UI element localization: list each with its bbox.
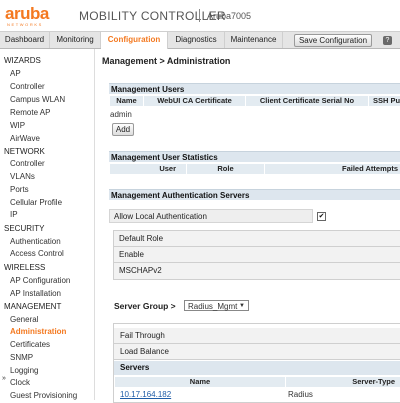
- add-user-button[interactable]: Add: [112, 123, 134, 136]
- sidebar-item-general[interactable]: General: [10, 315, 38, 324]
- stats-col-failed-attempts: Failed Attempts: [264, 164, 400, 174]
- active-item-arrow-icon: »: [2, 375, 6, 382]
- main-content: Management > Administration Management U…: [102, 49, 400, 403]
- sidebar-item-ap-configuration[interactable]: AP Configuration: [10, 276, 70, 285]
- sidebar-section-network: NETWORK: [4, 147, 45, 156]
- server-group-select[interactable]: Radius_Mgmt ▼: [184, 300, 249, 311]
- tab-configuration[interactable]: Configuration: [101, 32, 168, 49]
- auth-options-box: Default Role Enable MSCHAPv2: [113, 230, 400, 280]
- app-title: MOBILITY CONTROLLER: [79, 9, 226, 23]
- server-group-label: Server Group >: [114, 301, 176, 311]
- sidebar-item-logging[interactable]: Logging: [10, 366, 38, 375]
- sidebar-section-wizards: WIZARDS: [4, 56, 41, 65]
- sidebar-item-wizard-airwave[interactable]: AirWave: [10, 134, 40, 143]
- servers-header: Servers: [114, 361, 400, 375]
- sidebar-item-wizard-campus-wlan[interactable]: Campus WLAN: [10, 95, 65, 104]
- sidebar-item-vlans[interactable]: VLANs: [10, 172, 35, 181]
- sidebar-item-access-control[interactable]: Access Control: [10, 249, 64, 258]
- servers-col-server-type: Server-Type: [285, 377, 400, 387]
- main-tab-bar: Dashboard Monitoring Configuration Diagn…: [0, 31, 400, 49]
- users-col-ssh: SSH Pu: [368, 96, 400, 106]
- sidebar-item-guest-provisioning[interactable]: Guest Provisioning: [10, 391, 77, 400]
- sidebar-section-management: MANAGEMENT: [4, 302, 62, 311]
- sidebar-item-certificates[interactable]: Certificates: [10, 340, 50, 349]
- users-row-admin-name: admin: [110, 110, 132, 119]
- sidebar-item-administration[interactable]: Administration: [10, 327, 66, 336]
- stats-col-user: User: [109, 164, 186, 174]
- tab-diagnostics[interactable]: Diagnostics: [168, 32, 225, 48]
- sidebar-section-security: SECURITY: [4, 224, 45, 233]
- header: aruba NETWORKS MOBILITY CONTROLLER Aruba…: [0, 0, 400, 31]
- users-col-name: Name: [109, 96, 143, 106]
- users-col-webui-ca-certificate: WebUI CA Certificate: [143, 96, 245, 106]
- sidebar: WIZARDS AP Controller Campus WLAN Remote…: [0, 49, 95, 400]
- management-user-statistics-header: Management User Statistics: [109, 151, 400, 162]
- sidebar-item-wizard-remote-ap[interactable]: Remote AP: [10, 108, 50, 117]
- sidebar-section-wireless: WIRELESS: [4, 263, 46, 272]
- logo-text: aruba: [5, 4, 49, 23]
- sidebar-item-ports[interactable]: Ports: [10, 185, 29, 194]
- sidebar-item-network-controller[interactable]: Controller: [10, 159, 45, 168]
- tab-monitoring[interactable]: Monitoring: [50, 32, 101, 48]
- management-users-header: Management Users: [109, 83, 400, 94]
- stats-col-role: Role: [186, 164, 264, 174]
- fail-through-row[interactable]: Fail Through: [114, 328, 400, 344]
- sidebar-item-ip[interactable]: IP: [10, 210, 18, 219]
- help-icon[interactable]: ?: [383, 36, 392, 45]
- sidebar-item-authentication[interactable]: Authentication: [10, 237, 61, 246]
- server-link[interactable]: 10.17.164.182: [120, 390, 171, 399]
- logo-subtitle: NETWORKS: [7, 22, 43, 27]
- management-auth-servers-header: Management Authentication Servers: [109, 189, 400, 200]
- server-group-box: Fail Through Load Balance Servers Name S…: [113, 323, 400, 403]
- users-col-client-cert-serial: Client Certificate Serial No: [245, 96, 368, 106]
- aruba-logo[interactable]: aruba NETWORKS: [5, 4, 49, 27]
- breadcrumb: Management > Administration: [102, 56, 231, 66]
- option-mschapv2[interactable]: MSCHAPv2: [114, 263, 400, 279]
- chevron-down-icon: ▼: [239, 303, 245, 309]
- server-type-value: Radius: [288, 390, 313, 399]
- tab-maintenance[interactable]: Maintenance: [225, 32, 283, 48]
- allow-local-authentication-checkbox[interactable]: ✔: [317, 212, 326, 221]
- sidebar-item-wizard-wip[interactable]: WIP: [10, 121, 25, 130]
- save-configuration-button[interactable]: Save Configuration: [294, 34, 372, 47]
- sidebar-item-wizard-ap[interactable]: AP: [10, 69, 21, 78]
- sidebar-item-wizard-controller[interactable]: Controller: [10, 82, 45, 91]
- sidebar-item-clock[interactable]: Clock: [10, 378, 30, 387]
- title-divider: [199, 9, 200, 22]
- servers-col-name: Name: [114, 377, 285, 387]
- load-balance-row[interactable]: Load Balance: [114, 344, 400, 360]
- option-enable[interactable]: Enable: [114, 247, 400, 263]
- option-default-role[interactable]: Default Role: [114, 231, 400, 247]
- server-group-value: Radius_Mgmt: [188, 302, 238, 311]
- sidebar-item-cellular-profile[interactable]: Cellular Profile: [10, 198, 62, 207]
- allow-local-authentication-label: Allow Local Authentication: [109, 209, 313, 223]
- sidebar-item-ap-installation[interactable]: AP Installation: [10, 289, 61, 298]
- sidebar-item-snmp[interactable]: SNMP: [10, 353, 33, 362]
- tab-dashboard[interactable]: Dashboard: [0, 32, 50, 48]
- device-name: Aruba7005: [207, 11, 252, 21]
